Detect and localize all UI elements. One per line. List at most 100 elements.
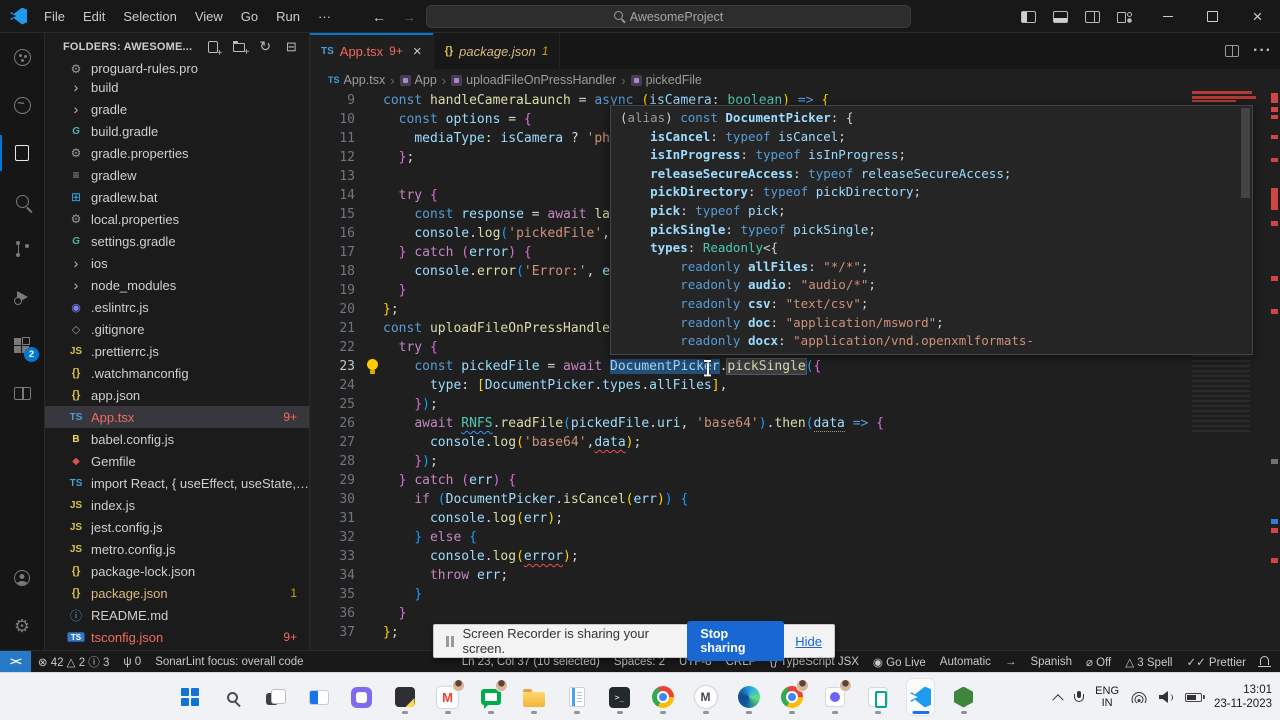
file-package-lock.json[interactable]: {} package-lock.json [45,560,309,582]
taskbar-app-m-button[interactable]: M [692,679,719,715]
menu-item-view[interactable]: View [186,0,232,33]
new-file-button[interactable] [202,36,224,59]
folder-build[interactable]: › build [45,76,309,98]
file-package.json[interactable]: {} package.json 1 [45,582,309,604]
clock[interactable]: 13:01 23-11-2023 [1214,683,1272,711]
activity-account[interactable] [0,554,44,602]
activity-run-debug[interactable] [0,273,44,321]
language-indicator[interactable]: ENG IN [1095,685,1119,709]
taskbar-nodejs-button[interactable] [950,679,977,715]
file-import-react-useeffect-usestate-u...[interactable]: TS import React, { useEffect, useState,u.… [45,472,309,494]
file-gemfile[interactable]: ◆ Gemfile [45,450,309,472]
file-jest.config.js[interactable]: JS jest.config.js [45,516,309,538]
status-notifications-bell[interactable] [1253,651,1280,672]
code-line-32[interactable]: 32 } else { [310,528,1280,547]
status-translate-arrow[interactable]: → [998,651,1024,672]
status-sonarlint[interactable]: SonarLint focus: overall code [148,651,310,672]
file-babel.config.js[interactable]: Bbabel.config.js [45,428,309,450]
collapse-folders-button[interactable] [280,36,302,58]
code-line-29[interactable]: 29 } catch (err) { [310,471,1280,490]
taskbar-vscode-button[interactable] [907,679,934,715]
taskbar-start-button[interactable] [176,679,203,715]
minimize-button[interactable] [1145,0,1190,33]
activity-docs[interactable] [0,369,44,417]
menu-item-more[interactable]: ··· [309,0,340,33]
quick-fix-lightbulb-icon[interactable] [366,359,379,374]
breadcrumb-uploadfileonpresshandler[interactable]: uploadFileOnPressHandler [451,73,616,87]
tab-app.tsx[interactable]: TS App.tsx 9+ × [310,33,434,69]
more-actions-icon[interactable] [1253,42,1272,60]
breadcrumb-pickedfile[interactable]: pickedFile [630,73,702,87]
menu-item-selection[interactable]: Selection [114,0,185,33]
taskbar-notes-app-button[interactable] [391,679,418,715]
command-center-search[interactable]: AwesomeProject [426,5,911,28]
status-spell-checker[interactable]: △ 3 Spell [1118,651,1179,672]
file-build.gradle[interactable]: Gbuild.gradle [45,120,309,142]
toggle-secondary-sidebar-icon[interactable] [1085,10,1100,23]
activity-remote-tunnel[interactable] [0,33,44,81]
hover-tooltip[interactable]: (alias) const DocumentPicker: { isCancel… [610,105,1253,355]
hide-link[interactable]: Hide [795,634,822,649]
menu-item-edit[interactable]: Edit [74,0,114,33]
status-problems[interactable]: ⊗ 42 △ 2 ⓘ 3 [31,651,117,672]
close-icon[interactable]: × [413,43,422,60]
menu-item-run[interactable]: Run [267,0,309,33]
file-gradlew[interactable]: ≡ gradlew [45,164,309,186]
code-line-33[interactable]: 33 console.log(error); [310,547,1280,566]
folder-ios[interactable]: › ios [45,252,309,274]
status-prettier[interactable]: ✓✓ Prettier [1179,651,1253,672]
wifi-icon[interactable] [1131,691,1147,703]
breadcrumb-app.tsx[interactable]: TS App.tsx [328,73,385,87]
code-line-35[interactable]: 35 } [310,585,1280,604]
taskbar-gmail-button[interactable]: M [434,679,465,715]
stop-sharing-button[interactable]: Stop sharing [687,621,785,661]
status-translate-source[interactable]: Automatic [933,651,998,672]
taskbar-search2-button[interactable] [219,679,246,715]
taskbar-file-explorer-button[interactable] [520,679,547,715]
taskbar-chrome-2-button[interactable] [778,679,809,715]
code-line-23[interactable]: 23 const pickedFile = await DocumentPick… [310,357,1280,376]
activity-source-control[interactable] [0,225,44,273]
file-.prettierrc.js[interactable]: JS .prettierrc.js [45,340,309,362]
code-line-26[interactable]: 26 await RNFS.readFile(pickedFile.uri, '… [310,414,1280,433]
activity-explorer[interactable] [0,129,44,177]
code-line-34[interactable]: 34 throw err; [310,566,1280,585]
taskbar-chat-button[interactable] [348,679,375,715]
code-editor[interactable]: 9 const handleCameraLaunch = async (isCam… [310,91,1280,650]
taskbar-terminal-button[interactable]: >_ [606,679,633,715]
microphone-icon[interactable] [1074,690,1085,704]
file-readme.md[interactable]: ⓘ README.md [45,604,309,626]
menu-item-go[interactable]: Go [232,0,267,33]
code-line-24[interactable]: 24 type: [DocumentPicker.types.allFiles]… [310,376,1280,395]
tooltip-scrollbar[interactable] [1241,108,1250,198]
file-gradlew.bat[interactable]: ⊞ gradlew.bat [45,186,309,208]
status-ports[interactable]: ψ 0 [116,651,148,672]
file-metro.config.js[interactable]: JS metro.config.js [45,538,309,560]
file-.gitignore[interactable]: ◇ .gitignore [45,318,309,340]
activity-search[interactable] [0,177,44,225]
battery-icon[interactable] [1185,692,1206,702]
code-line-27[interactable]: 27 console.log('base64',data); [310,433,1280,452]
code-line-30[interactable]: 30 if (DocumentPicker.isCancel(err)) { [310,490,1280,509]
taskbar-phone-link-button[interactable] [864,679,891,715]
new-folder-button[interactable] [228,36,250,58]
status-remote[interactable]: >< [0,651,31,672]
file-.eslintrc.js[interactable]: ◉ .eslintrc.js [45,296,309,318]
taskbar-edge-button[interactable] [735,679,762,715]
volume-icon[interactable] [1159,691,1174,703]
restore-button[interactable] [1190,0,1235,33]
activity-extension-circle[interactable] [0,81,44,129]
tray-expand-icon[interactable] [1052,694,1064,706]
activity-extensions[interactable]: 2 [0,321,44,369]
folder-gradle[interactable]: › gradle [45,98,309,120]
folders-section-title[interactable]: FOLDERS: AWESOME... [63,41,192,53]
taskbar-google-chat-button[interactable] [477,679,508,715]
taskbar-chrome-button[interactable] [649,679,676,715]
code-line-28[interactable]: 28 }); [310,452,1280,471]
forward-icon[interactable]: → [402,9,416,25]
file-local.properties[interactable]: ⚙ local.properties [45,208,309,230]
tab-package.json[interactable]: {} package.json 1 [433,33,561,69]
back-icon[interactable]: ← [372,9,386,25]
refresh-explorer-button[interactable] [254,36,276,58]
customize-layout-icon[interactable] [1117,11,1132,23]
